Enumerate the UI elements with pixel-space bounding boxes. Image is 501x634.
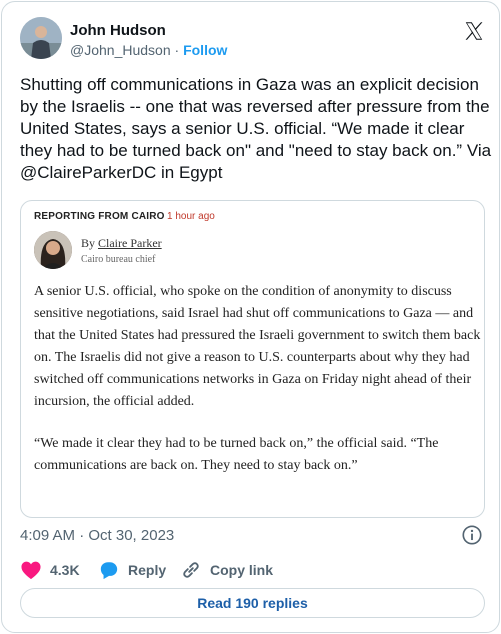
like-count: 4.3K xyxy=(50,562,80,578)
tweet-actions: 4.3K Reply Copy link xyxy=(20,560,490,582)
like-button[interactable]: 4.3K xyxy=(20,560,80,580)
author-handle-line: @John_Hudson · Follow xyxy=(70,42,227,58)
article-kicker-time: 1 hour ago xyxy=(167,211,215,222)
handle-separator: · xyxy=(170,42,184,58)
byline-author-link: Claire Parker xyxy=(98,236,162,250)
article-screenshot: REPORTING FROM CAIRO 1 hour ago By Clair… xyxy=(20,200,485,518)
read-replies-button[interactable]: Read 190 replies xyxy=(20,588,485,618)
article-kicker: REPORTING FROM CAIRO xyxy=(34,211,165,222)
reply-button[interactable]: Reply xyxy=(98,560,166,580)
link-icon xyxy=(183,562,199,578)
author-name[interactable]: John Hudson xyxy=(70,22,166,39)
x-logo-icon[interactable] xyxy=(463,20,485,42)
info-icon[interactable] xyxy=(461,524,483,546)
article-paragraph: A senior U.S. official, who spoke on the… xyxy=(34,284,481,409)
reply-bubble-icon xyxy=(100,562,118,580)
article-paragraph: “We made it clear they had to be turned … xyxy=(34,436,439,473)
author-handle[interactable]: @John_Hudson xyxy=(70,42,171,58)
reporter-avatar xyxy=(34,231,72,269)
copy-link-label: Copy link xyxy=(210,562,274,578)
heart-icon xyxy=(21,561,41,580)
tweet-card: John Hudson @John_Hudson · Follow Shutti… xyxy=(1,1,500,633)
byline-title: Cairo bureau chief xyxy=(81,254,156,265)
article-byline: By Claire Parker xyxy=(81,236,162,251)
tweet-text: Shutting off communications in Gaza was … xyxy=(20,75,492,182)
author-avatar[interactable] xyxy=(20,17,62,59)
follow-button[interactable]: Follow xyxy=(183,42,227,58)
reply-label: Reply xyxy=(128,562,167,578)
byline-prefix: By xyxy=(81,236,99,250)
copy-link-button[interactable]: Copy link xyxy=(180,560,273,580)
article-body: A senior U.S. official, who spoke on the… xyxy=(34,281,482,477)
tweet-timestamp[interactable]: 4:09 AM · Oct 30, 2023 xyxy=(20,527,174,544)
